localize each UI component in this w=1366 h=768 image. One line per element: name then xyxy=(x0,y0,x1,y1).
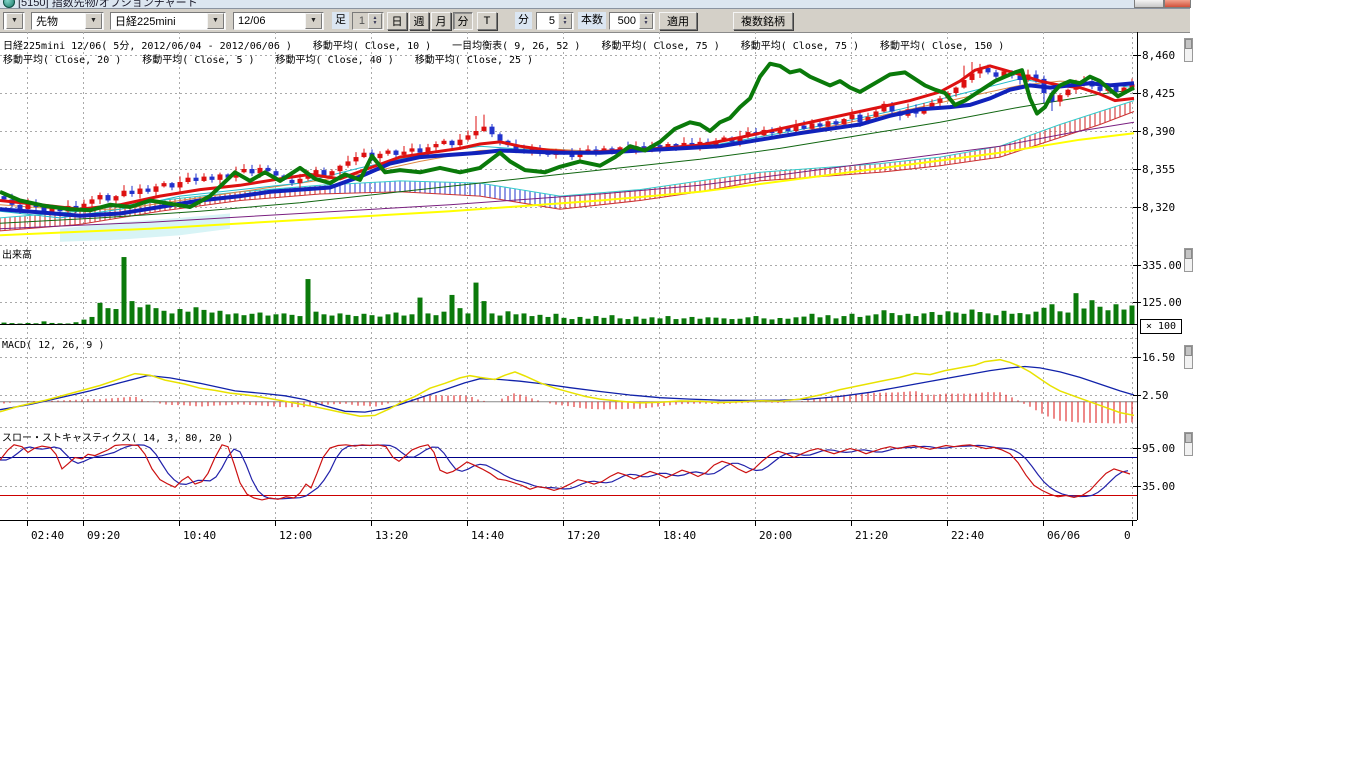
spin-updown-icon[interactable]: ▲▼ xyxy=(639,13,653,29)
apply-button[interactable]: 適用 xyxy=(659,12,697,30)
macd-line xyxy=(0,360,1134,417)
time-axis-tick-label: 21:20 xyxy=(855,529,888,542)
chevron-down-icon[interactable]: ▼ xyxy=(207,13,224,29)
y-axis-tick-label: 35.00 xyxy=(1142,480,1175,493)
stoch-pane-scrollbar[interactable] xyxy=(1184,432,1193,456)
y-axis-tick-label: 95.00 xyxy=(1142,442,1175,455)
period-week-button[interactable]: 週 xyxy=(409,12,429,30)
category-combo[interactable]: 先物 ▼ xyxy=(31,12,104,30)
ashi-spinner[interactable]: 1 ▲▼ xyxy=(352,12,384,30)
close-button[interactable] xyxy=(1164,0,1191,8)
period-month-button[interactable]: 月 xyxy=(431,12,451,30)
multi-symbol-button[interactable]: 複数銘柄 xyxy=(733,12,793,30)
time-axis-tick-label: 22:40 xyxy=(951,529,984,542)
time-axis-tick-label: 14:40 xyxy=(471,529,504,542)
stoch-pane-label: スロー・ストキャスティクス( 14, 3, 80, 20 ) xyxy=(2,429,233,444)
macd-pane-scrollbar[interactable] xyxy=(1184,345,1193,369)
mini-combo[interactable]: ▼ xyxy=(3,12,25,30)
y-axis-tick-label: 8,425 xyxy=(1142,87,1175,100)
app-icon xyxy=(3,0,15,8)
period-day-button[interactable]: 日 xyxy=(387,12,407,30)
time-axis-tick-label: 18:40 xyxy=(663,529,696,542)
time-axis-tick-label: 02:40 xyxy=(31,529,64,542)
y-axis-tick-label: 8,320 xyxy=(1142,201,1175,214)
legend-row-2: 移動平均( Close, 20 ) 移動平均( Close, 5 ) 移動平均( C… xyxy=(3,51,554,66)
minute-label: 分 xyxy=(515,12,532,29)
stoch-pane xyxy=(0,445,1137,500)
toolbar: ▼ 先物 ▼ 日経225mini ▼ 12/06 ▼ 足 1 ▲▼ 日 週 月 … xyxy=(0,9,1190,33)
bars-label: 本数 xyxy=(578,12,606,29)
volume-pane xyxy=(0,257,1137,324)
time-axis-tick-label: 12:00 xyxy=(279,529,312,542)
legend-item: 移動平均( Close, 75 ) xyxy=(601,41,719,52)
y-axis-tick-label: 335.00 xyxy=(1142,259,1182,272)
time-axis-tick-label: 17:20 xyxy=(567,529,600,542)
chevron-down-icon[interactable]: ▼ xyxy=(6,13,23,29)
legend-item: 移動平均( Close, 5 ) xyxy=(142,55,254,66)
volume-multiplier-badge: × 100 xyxy=(1140,319,1182,334)
symbol-combo[interactable]: 日経225mini ▼ xyxy=(110,12,226,30)
chevron-down-icon[interactable]: ▼ xyxy=(305,13,322,29)
macd-signal-line xyxy=(0,367,1134,413)
time-axis-tick-label: 0 xyxy=(1124,529,1131,542)
price-pane-scrollbar[interactable] xyxy=(1184,38,1193,62)
bars-spinner[interactable]: 500 ▲▼ xyxy=(609,12,655,30)
chart-app-window: [5150] 指数先物/オプションチャート ▼ 先物 ▼ 日経225mini ▼… xyxy=(0,0,1190,546)
title-bar[interactable]: [5150] 指数先物/オプションチャート xyxy=(0,0,1190,9)
y-axis-tick-label: 125.00 xyxy=(1142,296,1182,309)
chevron-down-icon[interactable]: ▼ xyxy=(85,13,102,29)
spin-updown-icon[interactable]: ▲▼ xyxy=(368,13,382,29)
contract-combo[interactable]: 12/06 ▼ xyxy=(233,12,324,30)
spin-updown-icon[interactable]: ▲▼ xyxy=(558,13,572,29)
legend-item: 移動平均( Close, 40 ) xyxy=(276,55,394,66)
time-axis-tick-label: 20:00 xyxy=(759,529,792,542)
period-tick-button[interactable]: T xyxy=(477,12,497,30)
legend-item: 移動平均( Close, 25 ) xyxy=(415,55,533,66)
macd-pane-label: MACD( 12, 26, 9 ) xyxy=(2,340,104,351)
legend-item: 移動平均( Close, 20 ) xyxy=(3,55,121,66)
time-axis-tick-label: 10:40 xyxy=(183,529,216,542)
macd-pane xyxy=(0,360,1137,424)
desktop: [5150] 指数先物/オプションチャート ▼ 先物 ▼ 日経225mini ▼… xyxy=(0,0,1366,768)
price-pane xyxy=(0,62,1135,242)
window-title: [5150] 指数先物/オプションチャート xyxy=(18,0,198,9)
chart-canvas[interactable] xyxy=(0,32,1190,546)
volume-pane-label: 出来高 xyxy=(2,246,32,261)
minimize-button[interactable] xyxy=(1134,0,1164,8)
y-axis-tick-label: 16.50 xyxy=(1142,351,1175,364)
y-axis-tick-label: 8,390 xyxy=(1142,125,1175,138)
stoch-k-line xyxy=(0,445,1130,500)
time-axis-tick-label: 06/06 xyxy=(1047,529,1080,542)
legend-item: 移動平均( Close, 150 ) xyxy=(880,41,1004,52)
y-axis-tick-label: 8,355 xyxy=(1142,163,1175,176)
volume-pane-scrollbar[interactable] xyxy=(1184,248,1193,272)
period-minute-button[interactable]: 分 xyxy=(453,12,473,30)
legend-row-1: 日経225mini 12/06( 5分, 2012/06/04 - 2012/0… xyxy=(3,37,1025,52)
minute-spinner[interactable]: 5 ▲▼ xyxy=(536,12,574,30)
time-axis-tick-label: 09:20 xyxy=(87,529,120,542)
y-axis-tick-label: 2.50 xyxy=(1142,389,1169,402)
legend-item: 移動平均( Close, 75 ) xyxy=(741,41,859,52)
ashi-label: 足 xyxy=(332,12,349,29)
y-axis-tick-label: 8,460 xyxy=(1142,49,1175,62)
time-axis-tick-label: 13:20 xyxy=(375,529,408,542)
